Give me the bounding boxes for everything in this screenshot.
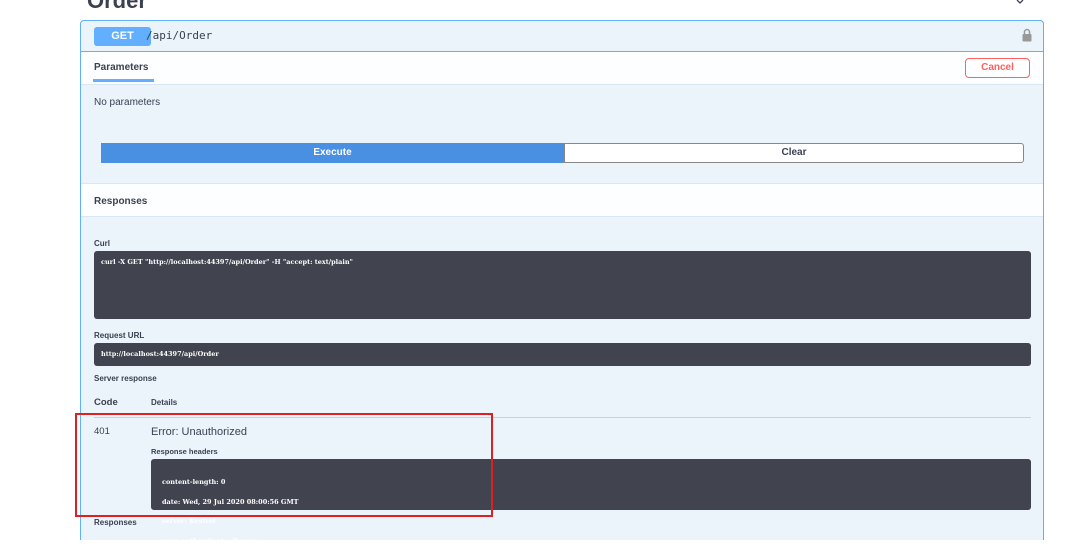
- tab-active-underline: [93, 79, 154, 82]
- responses-title: Responses: [94, 196, 148, 207]
- parameters-header: Parameters Cancel: [81, 52, 1043, 85]
- no-parameters-text: No parameters: [94, 97, 161, 108]
- section-title[interactable]: Order: [87, 0, 147, 14]
- method-badge: GET: [94, 27, 151, 46]
- response-header-line: server: Kestrel: [162, 517, 216, 525]
- execute-button[interactable]: Execute: [101, 143, 564, 163]
- column-details: Details: [151, 398, 178, 407]
- request-url-box[interactable]: http://localhost:44397/api/Order: [94, 343, 1031, 366]
- operation-summary[interactable]: GET /api/Order: [81, 21, 1043, 51]
- responses-header: Responses: [81, 183, 1043, 217]
- responses-bottom-label: Responses: [94, 518, 137, 527]
- server-response-label: Server response: [94, 374, 157, 383]
- response-header-line: www-authenticate: Bearer: [162, 536, 258, 545]
- request-url-label: Request URL: [94, 331, 145, 340]
- clear-button[interactable]: Clear: [564, 143, 1024, 163]
- highlight-annotation: [75, 413, 493, 517]
- cancel-button[interactable]: Cancel: [965, 58, 1030, 78]
- chevron-down-icon[interactable]: [1014, 0, 1026, 8]
- column-code: Code: [94, 397, 118, 408]
- tab-parameters[interactable]: Parameters: [94, 62, 148, 73]
- operation-path: /api/Order: [146, 29, 213, 42]
- lock-icon[interactable]: [1021, 28, 1033, 43]
- curl-command-box[interactable]: curl -X GET "http://localhost:44397/api/…: [94, 251, 1031, 319]
- curl-label: Curl: [94, 239, 110, 248]
